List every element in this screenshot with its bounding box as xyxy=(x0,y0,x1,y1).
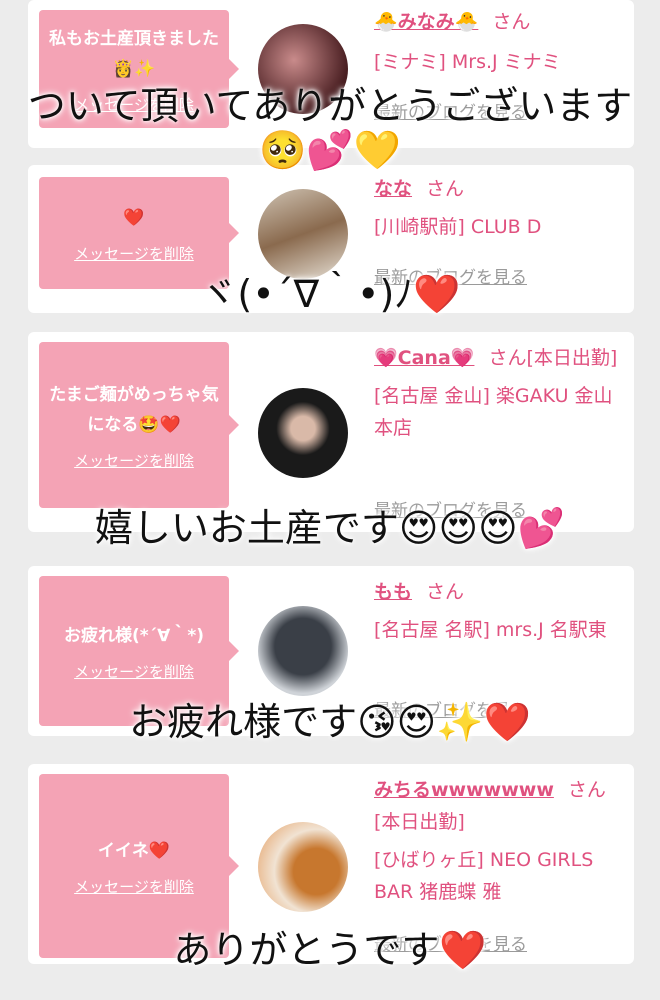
profile-info: 💗Cana💗 さん[本日出勤] [名古屋 金山] 楽GAKU 金山本店 xyxy=(374,342,624,444)
profile-name[interactable]: みちるwwwwwww xyxy=(374,779,554,801)
message-text: ❤️ xyxy=(123,207,145,228)
profile-name[interactable]: もも xyxy=(374,581,412,603)
avatar[interactable] xyxy=(258,388,348,478)
message-text: お疲れ様(*´∀｀*) xyxy=(64,625,204,646)
message-card: たまご麺がめっちゃ気になる🤩❤️ メッセージを削除 💗Cana💗 さん[本日出勤]… xyxy=(28,332,634,532)
delete-message-link[interactable]: メッセージを削除 xyxy=(74,876,194,897)
honorific: さん[本日出勤] xyxy=(488,347,618,369)
delete-message-link[interactable]: メッセージを削除 xyxy=(74,243,194,264)
honorific: さん xyxy=(426,178,465,200)
overlay-caption: 嬉しいお土産です😍😍😍💕 xyxy=(94,506,566,550)
overlay-caption: ヾ(•´∇｀•)ﾉ❤️ xyxy=(199,272,461,316)
honorific: さん xyxy=(492,11,531,33)
shop-name: [ミナミ] Mrs.J ミナミ xyxy=(374,51,561,73)
profile-info: もも さん [名古屋 名駅] mrs.J 名駅東 xyxy=(374,576,624,646)
message-text: たまご麺がめっちゃ気になる🤩❤️ xyxy=(49,384,219,435)
profile-name[interactable]: 💗Cana💗 xyxy=(374,347,474,369)
shop-name: [ひばりヶ丘] NEO GIRLS BAR 猪鹿蝶 雅 xyxy=(374,849,594,903)
shop-name: [川崎駅前] CLUB D xyxy=(374,216,542,238)
avatar[interactable] xyxy=(258,606,348,696)
shop-name: [名古屋 名駅] mrs.J 名駅東 xyxy=(374,619,607,641)
delete-message-link[interactable]: メッセージを削除 xyxy=(74,450,194,471)
message-text: 私もお土産頂きました👸✨ xyxy=(49,28,219,79)
profile-info: 🐣みなみ🐣 さん [ミナミ] Mrs.J ミナミ xyxy=(374,6,624,78)
message-text: イイネ❤️ xyxy=(97,840,171,861)
shop-name: [名古屋 金山] 楽GAKU 金山本店 xyxy=(374,385,613,439)
overlay-caption: ついて頂いてありがとうございます🥺💕💛 xyxy=(27,84,633,172)
avatar[interactable] xyxy=(258,822,348,912)
delete-message-link[interactable]: メッセージを削除 xyxy=(74,661,194,682)
overlay-caption: ありがとうです❤️ xyxy=(173,928,487,972)
profile-info: みちるwwwwwww さん[本日出勤] [ひばりヶ丘] NEO GIRLS BAR… xyxy=(374,774,624,908)
message-bubble: たまご麺がめっちゃ気になる🤩❤️ メッセージを削除 xyxy=(39,342,239,508)
profile-name[interactable]: なな xyxy=(374,178,412,200)
overlay-caption: お疲れ様です😘😍✨❤️ xyxy=(129,700,531,744)
profile-name[interactable]: 🐣みなみ🐣 xyxy=(374,11,478,33)
profile-info: なな さん [川崎駅前] CLUB D xyxy=(374,173,624,243)
avatar[interactable] xyxy=(258,189,348,279)
honorific: さん xyxy=(426,581,465,603)
